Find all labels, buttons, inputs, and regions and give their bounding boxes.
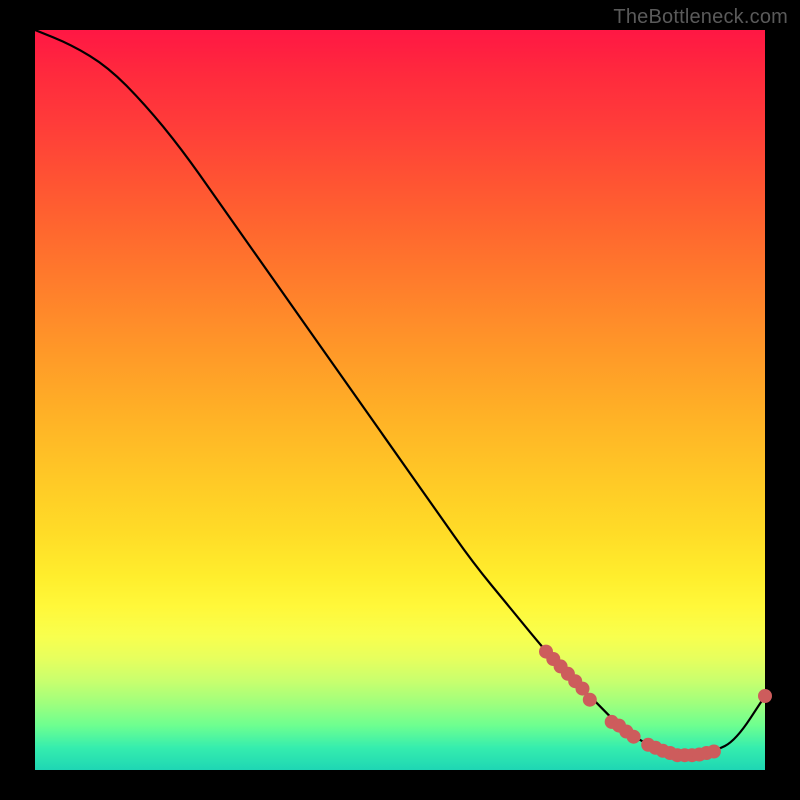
- marker-point: [583, 693, 597, 707]
- marker-point: [707, 745, 721, 759]
- watermark-text: TheBottleneck.com: [613, 6, 788, 29]
- plot-area: [35, 30, 765, 770]
- bottleneck-curve: [35, 30, 765, 755]
- marker-point: [627, 730, 641, 744]
- highlight-markers: [539, 645, 772, 763]
- marker-point: [758, 689, 772, 703]
- chart-svg: [35, 30, 765, 770]
- chart-frame: TheBottleneck.com: [0, 0, 800, 800]
